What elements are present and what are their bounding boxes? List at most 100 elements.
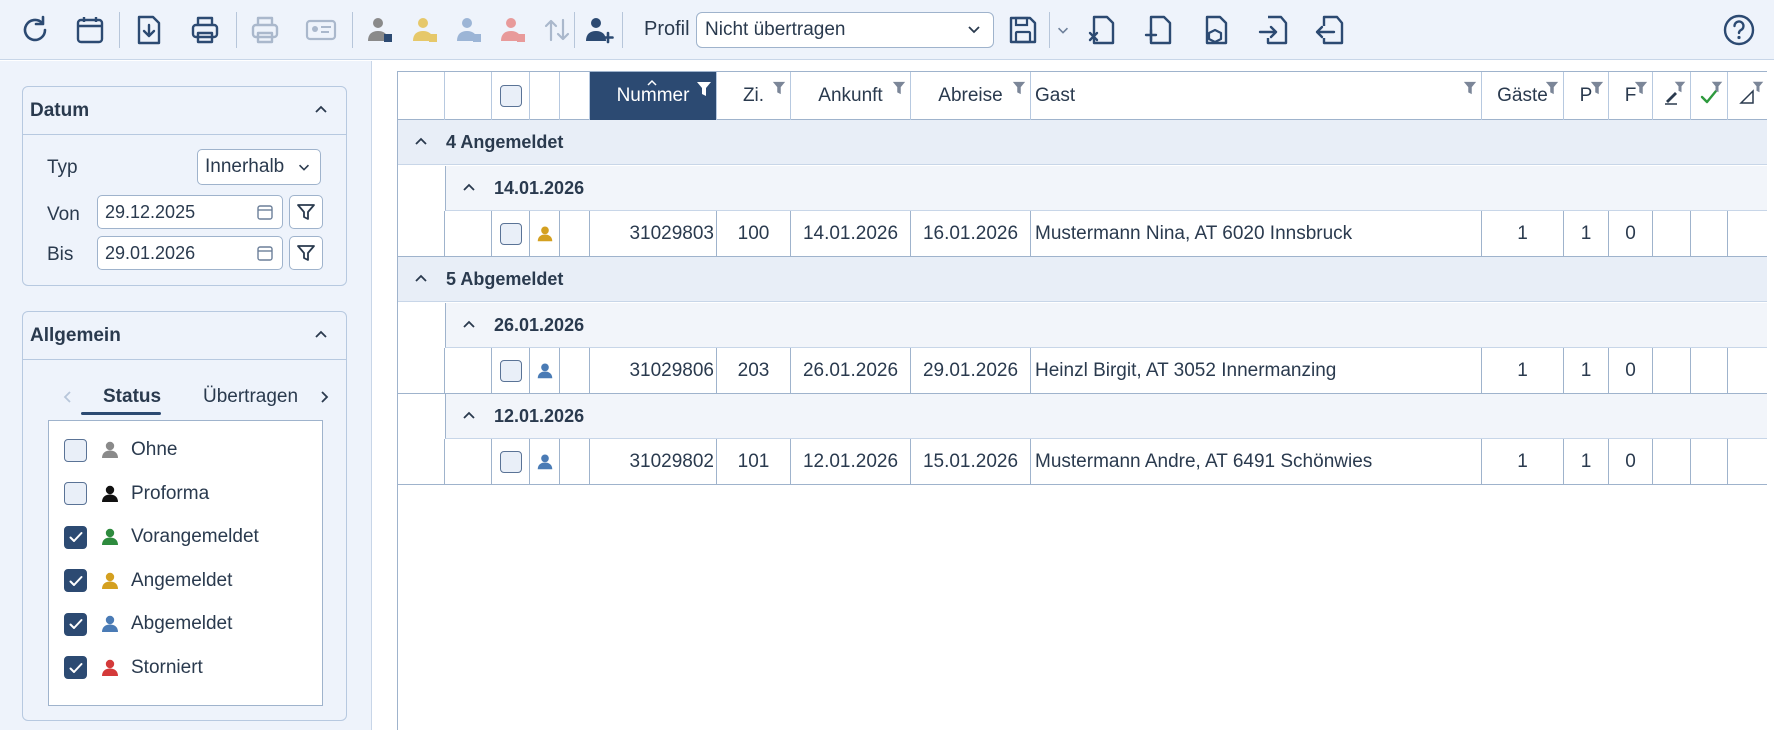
chevron-up-icon[interactable] [460, 179, 480, 197]
save-icon[interactable] [1000, 8, 1046, 52]
export-box-icon[interactable] [1193, 8, 1239, 52]
calendar-icon[interactable] [67, 8, 113, 52]
filter-icon[interactable] [1674, 80, 1686, 94]
cell-ankunft: 12.01.2026 [791, 439, 911, 485]
chevron-up-icon[interactable] [460, 316, 480, 334]
header-ruler[interactable] [1728, 72, 1767, 120]
chevron-right-icon[interactable] [315, 388, 333, 406]
help-icon[interactable] [1716, 8, 1762, 52]
group-row[interactable]: 4 Angemeldet [398, 120, 1767, 165]
header-p[interactable]: P [1564, 72, 1609, 120]
status-item[interactable]: Proforma [64, 480, 209, 508]
print-icon[interactable] [182, 8, 228, 52]
date-group-row[interactable]: 14.01.2026 [445, 166, 1767, 211]
datum-header[interactable]: Datum [23, 87, 346, 135]
chevron-up-icon[interactable] [312, 326, 330, 344]
status-item[interactable]: Ohne [64, 436, 177, 464]
person-status-icon [99, 483, 121, 505]
header-zi[interactable]: Zi. [717, 72, 791, 120]
cell-f: 0 [1609, 211, 1653, 257]
cell-status [530, 439, 560, 485]
status-checkbox[interactable] [64, 438, 87, 462]
chevron-down-icon[interactable] [1050, 8, 1076, 52]
allgemein-header[interactable]: Allgemein [23, 312, 346, 360]
row-checkbox[interactable] [499, 360, 522, 382]
filter-icon[interactable] [1463, 80, 1477, 96]
von-filter-button[interactable] [289, 195, 323, 229]
person-grey-icon[interactable] [357, 8, 403, 52]
cell-p: 1 [1564, 211, 1609, 257]
chevron-up-icon[interactable] [412, 270, 432, 288]
filter-icon[interactable] [1590, 80, 1604, 96]
filter-icon[interactable] [1545, 80, 1559, 96]
chevron-up-icon[interactable] [412, 133, 432, 151]
table-row[interactable]: 31029806 203 26.01.2026 29.01.2026 Heinzl Bi… [398, 348, 1767, 394]
header-gaeste[interactable]: Gäste [1482, 72, 1564, 120]
group-label: 5 Abgemeldet [446, 268, 564, 289]
status-checkbox[interactable] [64, 569, 87, 592]
person-red-icon[interactable] [490, 8, 536, 52]
chevron-up-icon[interactable] [460, 407, 480, 425]
refresh-icon[interactable] [12, 8, 58, 52]
von-date-input[interactable]: 29.12.2025 [97, 195, 283, 229]
filter-icon[interactable] [1012, 80, 1026, 96]
table-row[interactable]: 31029802 101 12.01.2026 15.01.2026 Musterman… [398, 439, 1767, 485]
status-checkbox[interactable] [64, 525, 87, 549]
print-disabled-icon [242, 8, 288, 52]
sort-asc-icon [647, 79, 657, 86]
bis-filter-button[interactable] [289, 236, 323, 270]
typ-select[interactable]: Innerhalb [197, 149, 321, 185]
filter-icon[interactable] [1711, 80, 1723, 94]
select-all-checkbox[interactable] [499, 85, 522, 107]
status-item[interactable]: Storniert [64, 654, 203, 682]
header-nummer[interactable]: Nummer [590, 72, 717, 120]
status-item[interactable]: Vorangemeldet [64, 523, 259, 551]
table-row[interactable]: 31029803 100 14.01.2026 16.01.2026 Musterman… [398, 211, 1767, 257]
download-icon[interactable] [126, 8, 172, 52]
calendar-icon[interactable] [256, 244, 274, 262]
export-x-icon[interactable] [1080, 8, 1126, 52]
header-select-all[interactable] [492, 72, 530, 120]
row-checkbox[interactable] [499, 223, 522, 245]
filter-icon[interactable] [772, 80, 786, 96]
tab-status[interactable]: Status [103, 386, 161, 408]
person-status-icon [99, 657, 121, 679]
header-check[interactable] [1691, 72, 1728, 120]
status-label: Ohne [131, 439, 178, 460]
tab-uebertragen[interactable]: Übertragen [203, 386, 298, 408]
export-plus-icon[interactable] [1137, 8, 1183, 52]
date-group-row[interactable]: 26.01.2026 [445, 303, 1767, 348]
filter-icon[interactable] [892, 80, 906, 96]
person-blue-icon[interactable] [446, 8, 492, 52]
header-gast[interactable]: Gast [1031, 72, 1482, 120]
cell-select [492, 348, 530, 394]
reservation-grid: Nummer Zi. Ankunft Abreise Gast Gäste P [397, 71, 1767, 730]
header-abreise[interactable]: Abreise [911, 72, 1031, 120]
profil-select[interactable]: Nicht übertragen [696, 12, 994, 48]
import-icon[interactable] [1250, 8, 1296, 52]
filter-icon[interactable] [1752, 80, 1764, 94]
chevron-up-icon[interactable] [312, 101, 330, 119]
group-row[interactable]: 5 Abgemeldet [398, 257, 1767, 302]
status-checkbox[interactable] [64, 482, 87, 505]
header-ankunft[interactable]: Ankunft [791, 72, 911, 120]
row-checkbox[interactable] [499, 451, 522, 473]
filter-icon[interactable] [1634, 80, 1648, 96]
header-edit[interactable] [1653, 72, 1691, 120]
cell-gaeste: 1 [1482, 439, 1564, 485]
header-group [445, 72, 492, 120]
header-f[interactable]: F [1609, 72, 1653, 120]
cell-gast-value: Mustermann Andre, AT 6491 Schönwies [1035, 451, 1373, 472]
filter-active-icon[interactable] [696, 80, 712, 98]
add-person-icon[interactable] [576, 8, 622, 52]
status-checkbox[interactable] [64, 656, 87, 679]
bis-date-input[interactable]: 29.01.2026 [97, 236, 283, 270]
status-checkbox[interactable] [64, 612, 87, 636]
export-arrow-icon[interactable] [1306, 8, 1352, 52]
status-item[interactable]: Abgemeldet [64, 610, 232, 638]
person-yellow-icon[interactable] [402, 8, 448, 52]
calendar-icon[interactable] [256, 203, 274, 221]
header-blank [560, 72, 590, 120]
status-item[interactable]: Angemeldet [64, 567, 232, 595]
date-group-row[interactable]: 12.01.2026 [445, 394, 1767, 439]
